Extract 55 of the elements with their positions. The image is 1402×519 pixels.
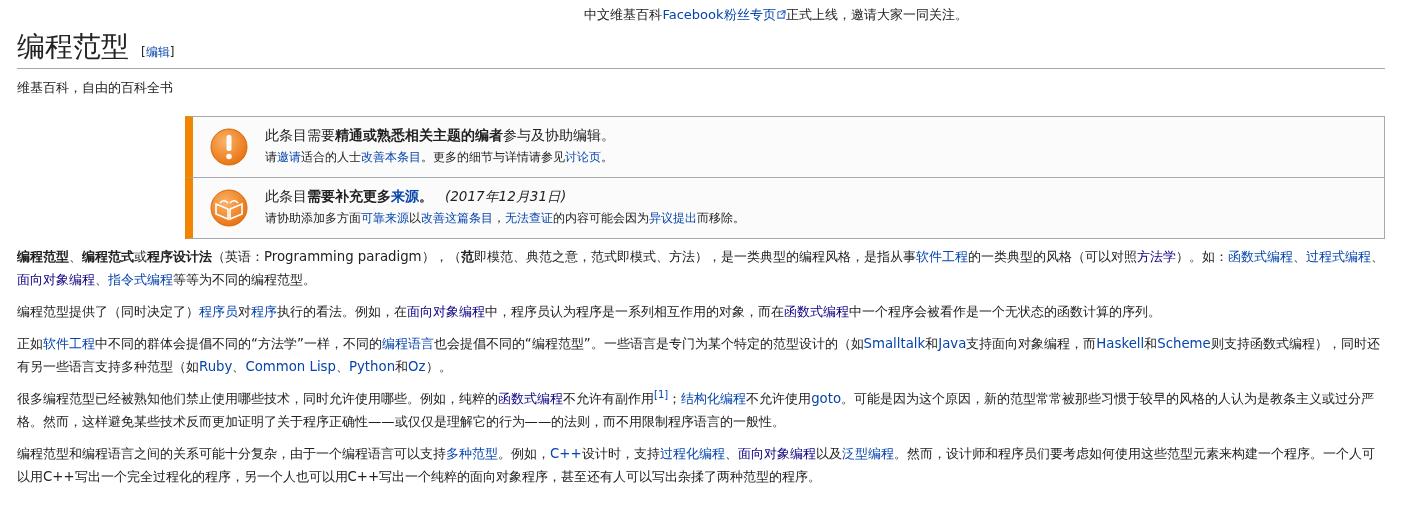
- text-link[interactable]: 编辑: [145, 45, 170, 59]
- text-link[interactable]: 来源: [391, 188, 419, 204]
- section-edit: [编辑]: [141, 44, 175, 61]
- text-link[interactable]: 面向对象编程: [17, 272, 95, 287]
- text-link[interactable]: Python: [349, 359, 396, 374]
- text-link[interactable]: Smalltalk: [863, 336, 926, 351]
- text-link[interactable]: Haskell: [1096, 336, 1145, 351]
- text-link[interactable]: 程序: [251, 304, 277, 319]
- text-link[interactable]: 无法查证: [505, 211, 553, 225]
- text-link[interactable]: 面向对象编程: [407, 304, 485, 319]
- notice-text: 请协助添加多方面可靠来源以改善这篇条目，无法查证的内容可能会因为异议提出而移除。: [265, 210, 745, 227]
- book-icon: [209, 187, 249, 228]
- paragraph: 很多编程范型已经被熟知他们禁止使用哪些技术，同时允许使用哪些。例如，纯粹的函数式编程不允许有副作用$^{[1]}$；结构化编程不允许使用goto。可能是因为这个原因，新的范型常常被那些习惯于较早的风格的人认为是教条主义或过分严格。然而，这样避免某些技术反而更加证明了关于程序正确性——或仅仅是理解它的行为——的法则，而不用限制程序语言的一般性。: [17, 387, 1376, 431]
- text-link[interactable]: 过程式编程: [1305, 249, 1371, 264]
- paragraph: 编程范型、编程范式或程序设计法（英语：Programming paradigm），（范即模范、典范之意，范式即模式、方法），是一类典型的编程风格，是指从事软件工程的一类典型的风格（可以对照方法学）。如：函数式编程、过程式编程、 面向对象编程、指令式编程等等为不同的编程范型。: [17, 248, 1385, 289]
- notice-text: 此条目需要补充更多来源。 (2017年12月31日): [265, 188, 568, 206]
- text-link[interactable]: 软件工程: [43, 336, 95, 351]
- reference-link[interactable]: [1]: [654, 388, 669, 400]
- text-link[interactable]: Scheme: [1157, 336, 1211, 351]
- text-link[interactable]: 函数式编程: [784, 304, 849, 319]
- paragraph: 编程范型和编程语言之间的关系可能十分复杂，由于一个编程语言可以支持多种范型。例如，C++设计时，支持过程化编程、面向对象编程以及泛型编程。然而，设计师和程序员们要考虑如何使用这些范型元素来构建一个程序。一个人可以用C++写出一个完全过程化的程序，另一个人也可以用C++写出一个纯粹的面向对象程序，甚至还有人可以写出杂揉了两种范型的程序。: [17, 445, 1376, 486]
- paragraph: 编程范型提供了（同时决定了）程序员对程序执行的看法。例如，在面向对象编程中，程序员认为程序是一系列相互作用的对象，而在函数式编程中一个程序会被看作是一个无状态的函数计算的序列。: [17, 303, 1162, 321]
- text-link[interactable]: Oz: [408, 359, 426, 374]
- external-link[interactable]: Facebook粉丝专页: [662, 7, 786, 22]
- notice-text: 请邀请适合的人士改善本条目。更多的细节与详情请参见讨论页。: [265, 149, 614, 166]
- text-link[interactable]: 指令式编程: [108, 272, 173, 287]
- text-link[interactable]: 方法学: [1136, 249, 1176, 264]
- text-link[interactable]: 函数式编程: [498, 391, 563, 406]
- text-link[interactable]: 邀请: [277, 150, 301, 164]
- text-link[interactable]: 面向对象编程: [737, 446, 816, 461]
- tagline: 维基百科，自由的百科全书: [17, 79, 174, 97]
- text-link[interactable]: Ruby: [199, 359, 233, 374]
- text-link[interactable]: Common Lisp: [245, 359, 336, 374]
- text-link[interactable]: 泛型编程: [841, 446, 894, 461]
- text-link[interactable]: 多种范型: [446, 446, 498, 461]
- text-link[interactable]: 改善这篇条目: [421, 211, 493, 225]
- page-title: 编程范型: [17, 29, 129, 65]
- paragraph: 正如软件工程中不同的群体会提倡不同的“方法学”一样，不同的编程语言也会提倡不同的“编程范型”。一些语言是专门为某个特定的范型设计的（如Smalltalk和Java支持面向对象编程，而Haskell和Scheme则支持函数式编程），同时还有另一些语言支持多种范型（如Ruby、Common Lisp、Python和Oz）。: [17, 335, 1381, 376]
- text-link[interactable]: 程序员: [199, 304, 238, 319]
- text-link[interactable]: Java: [938, 336, 967, 351]
- text-link[interactable]: 软件工程: [915, 249, 968, 264]
- text-link[interactable]: 结构化编程: [681, 391, 747, 406]
- text-link[interactable]: 可靠来源: [361, 211, 409, 225]
- notice-text: 此条目需要精通或熟悉相关主题的编者参与及协助编辑。: [265, 127, 615, 145]
- external-link-icon: [776, 10, 786, 19]
- text-link[interactable]: 函数式编程: [1227, 249, 1293, 264]
- text-link[interactable]: 改善本条目: [361, 150, 421, 164]
- warning-icon: [209, 126, 249, 167]
- text-link[interactable]: 异议提出: [649, 211, 697, 225]
- site-notice: 中文维基百科Facebook粉丝专页 正式上线，邀请大家一同关注。: [583, 6, 969, 24]
- text-link[interactable]: C++: [550, 446, 582, 461]
- text-link[interactable]: 过程化编程: [659, 446, 725, 461]
- text-link[interactable]: 编程语言: [381, 336, 434, 351]
- text-link[interactable]: 讨论页: [565, 150, 601, 164]
- text-link[interactable]: goto: [811, 391, 842, 406]
